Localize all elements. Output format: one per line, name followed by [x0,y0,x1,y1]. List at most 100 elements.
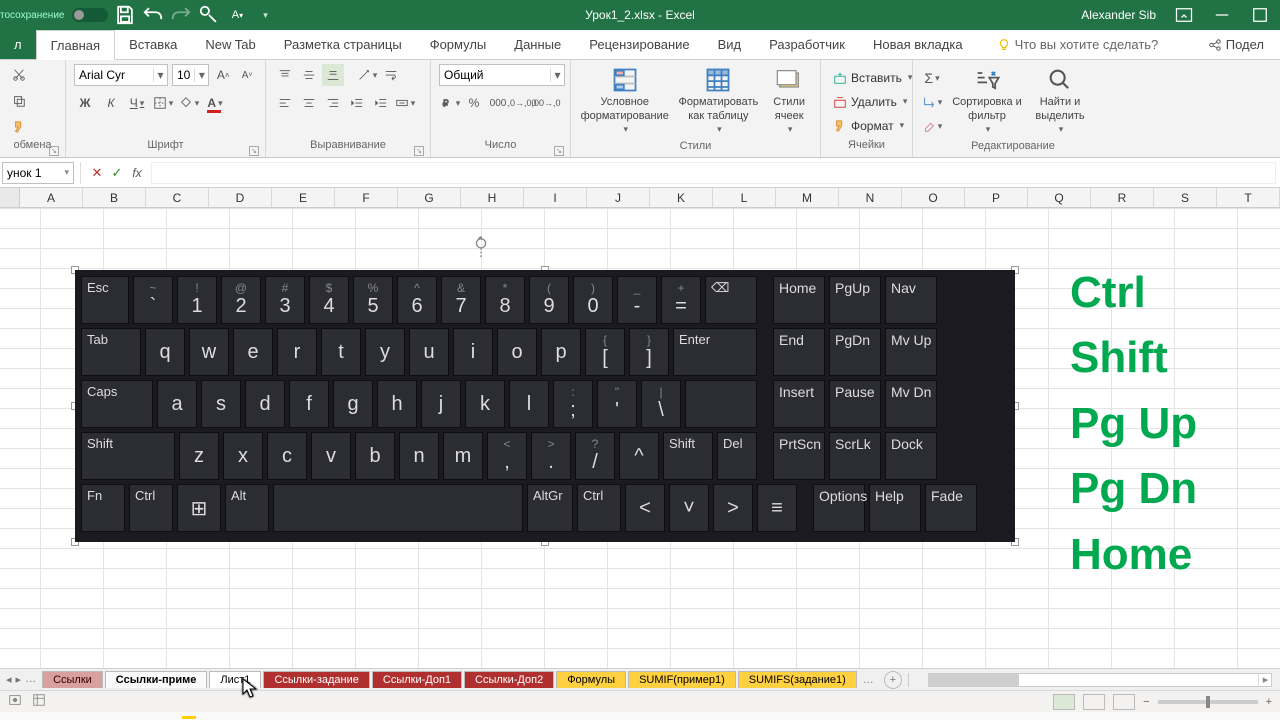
wrap-text-icon[interactable] [380,64,402,86]
fill-color-icon[interactable]: ▾ [178,92,200,114]
redo-icon[interactable] [170,4,192,26]
delete-cells-button[interactable]: Удалить▾ [829,91,916,113]
column-header[interactable]: J [587,188,650,207]
column-header[interactable]: M [776,188,839,207]
zoom-slider[interactable] [1158,700,1258,704]
sheet-tab[interactable]: SUMIF(пример1) [628,671,736,688]
tab-home[interactable]: Главная [36,30,115,60]
insert-cells-button[interactable]: Вставить▾ [829,67,916,89]
clear-icon[interactable]: ▾ [921,115,943,137]
number-format-input[interactable]: Общий▾ [439,64,565,86]
touch-mode-icon[interactable] [198,4,220,26]
underline-icon[interactable]: Ч▾ [126,92,148,114]
column-header[interactable]: O [902,188,965,207]
bold-icon[interactable]: Ж [74,92,96,114]
maximize-icon[interactable] [1250,5,1270,25]
launcher-icon[interactable]: ↘ [49,146,59,156]
column-header[interactable]: R [1091,188,1154,207]
align-top-icon[interactable] [274,64,296,86]
undo-icon[interactable] [142,4,164,26]
tab-file[interactable]: л [0,30,36,59]
increase-indent-icon[interactable] [370,92,392,114]
tab-formulas[interactable]: Формулы [416,30,501,59]
keyboard-image[interactable]: Esc~`!1@2#3$4%5^6&7*8(9)0_-+=⌫HomePgUpNa… [75,270,1015,542]
column-header[interactable]: S [1154,188,1217,207]
comma-icon[interactable]: 000 [487,92,509,114]
sort-filter-button[interactable]: Сортировка и фильтр▾ [951,64,1023,140]
column-header[interactable]: E [272,188,335,207]
font-name-input[interactable]: Arial Cyr▾ [74,64,168,86]
sheet-nav-prev-icon[interactable]: ◂ [6,673,12,686]
format-painter-icon[interactable] [8,116,30,138]
sheet-tab[interactable]: Ссылки-приме [105,671,208,688]
column-header[interactable]: N [839,188,902,207]
cut-icon[interactable] [8,64,30,86]
name-box[interactable]: унок 1▾ [2,162,74,184]
format-cells-button[interactable]: Формат▾ [829,115,916,137]
sheet-nav-more2-icon[interactable]: … [859,674,878,686]
increase-decimal-icon[interactable]: ,0→,00 [511,92,533,114]
ribbon-options-icon[interactable] [1174,5,1194,25]
rotate-handle-icon[interactable] [470,236,492,258]
column-header[interactable]: H [461,188,524,207]
launcher-icon[interactable]: ↘ [414,146,424,156]
save-icon[interactable] [114,4,136,26]
share-button[interactable]: Подел [1192,30,1280,59]
tab-new[interactable]: New Tab [191,30,269,59]
launcher-icon[interactable]: ↘ [554,146,564,156]
orientation-icon[interactable]: ▾ [356,64,378,86]
view-normal-icon[interactable] [1053,694,1075,710]
tab-insert[interactable]: Вставка [115,30,191,59]
cell-styles-button[interactable]: Стили ячеек▾ [766,64,812,140]
decrease-font-icon[interactable]: A˅ [237,64,257,86]
copy-icon[interactable] [8,90,30,112]
sheet-tab[interactable]: Формулы [556,671,626,688]
merge-icon[interactable]: ▾ [394,92,416,114]
column-header[interactable]: Q [1028,188,1091,207]
horizontal-scrollbar[interactable]: ◂▸ [928,673,1272,687]
cancel-icon[interactable]: ✕ [87,165,107,181]
tell-me[interactable]: Что вы хотите сделать? [997,30,1159,59]
new-sheet-button[interactable]: + [884,671,902,689]
macro-record-icon[interactable] [8,693,22,710]
column-header[interactable]: A [20,188,83,207]
column-header[interactable]: L [713,188,776,207]
sheet-tab[interactable]: Ссылки-задание [263,671,369,688]
font-size-icon[interactable]: A▾ [226,4,248,26]
column-header[interactable]: F [335,188,398,207]
font-color-icon[interactable]: A▾ [204,92,226,114]
find-select-button[interactable]: Найти и выделить▾ [1027,64,1093,140]
font-size-input[interactable]: 10▾ [172,64,209,86]
sheet-tab[interactable]: Ссылки-Доп2 [464,671,554,688]
launcher-icon[interactable]: ↘ [249,146,259,156]
tab-data[interactable]: Данные [500,30,575,59]
formula-input[interactable] [151,162,1276,184]
conditional-formatting-button[interactable]: Условное форматирование▾ [579,64,670,140]
zoom-out-icon[interactable]: − [1143,696,1149,708]
fill-icon[interactable]: ▾ [921,91,943,113]
confirm-icon[interactable]: ✓ [107,165,127,181]
format-as-table-button[interactable]: Форматировать как таблицу▾ [674,64,762,140]
sheet-nav-more-icon[interactable]: … [25,673,36,686]
sheet-tab[interactable]: Ссылки-Доп1 [372,671,462,688]
user-name[interactable]: Alexander Sib [1081,8,1156,22]
percent-icon[interactable]: % [463,92,485,114]
zoom-in-icon[interactable]: + [1266,696,1272,708]
autosum-icon[interactable]: Σ▾ [921,67,943,89]
select-all-corner[interactable] [0,188,20,207]
column-header[interactable]: C [146,188,209,207]
sheet-tab[interactable]: Ссылки [42,671,103,688]
minimize-icon[interactable] [1212,5,1232,25]
fx-icon[interactable]: fx [127,166,147,180]
column-header[interactable]: T [1217,188,1280,207]
column-header[interactable]: P [965,188,1028,207]
currency-icon[interactable]: ₽▾ [439,92,461,114]
decrease-decimal-icon[interactable]: ,00→,0 [535,92,557,114]
align-bottom-icon[interactable] [322,64,344,86]
worksheet-grid[interactable]: Esc~`!1@2#3$4%5^6&7*8(9)0_-+=⌫HomePgUpNa… [0,208,1280,668]
borders-icon[interactable]: ▾ [152,92,174,114]
tab-page-layout[interactable]: Разметка страницы [270,30,416,59]
sheet-tab[interactable]: SUMIFS(задание1) [738,671,857,688]
align-center-icon[interactable] [298,92,320,114]
increase-font-icon[interactable]: A˄ [213,64,233,86]
